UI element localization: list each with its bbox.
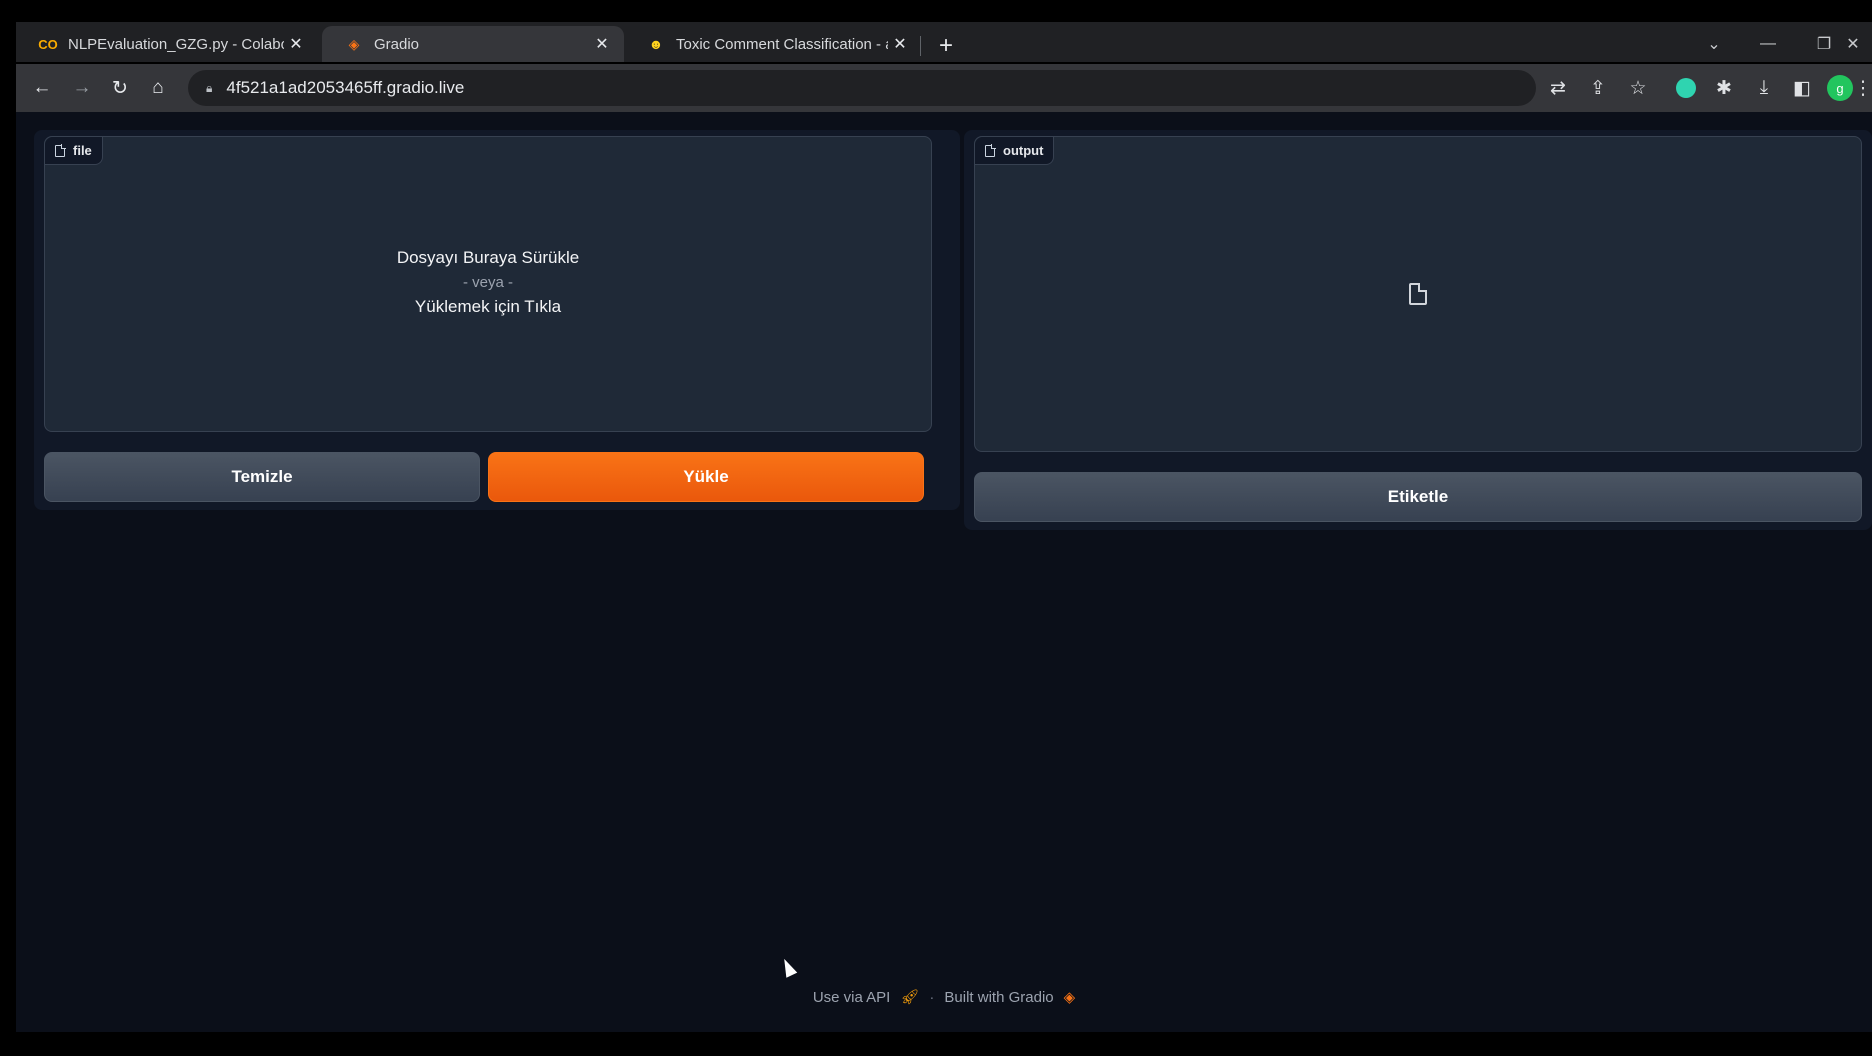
left-column: Dosyayı Buraya Sürükle - veya - Yüklemek… <box>34 130 960 510</box>
download-icon[interactable]: ⤓ <box>1746 70 1782 106</box>
translate-icon[interactable]: ⇄ <box>1540 70 1576 106</box>
tab-huggingface[interactable]: ☻ Toxic Comment Classification - a ✕ <box>624 26 922 62</box>
tab-title: Toxic Comment Classification - a <box>676 35 888 53</box>
file-icon <box>1409 283 1427 305</box>
minimize-icon[interactable]: — <box>1746 26 1790 62</box>
puzzle-icon[interactable]: ✱ <box>1706 70 1742 106</box>
menu-icon[interactable]: ⋮ <box>1854 70 1872 106</box>
label-button[interactable]: Etiketle <box>974 472 1862 522</box>
tab-title: Gradio <box>374 35 420 53</box>
huggingface-icon: ☻ <box>648 36 664 52</box>
upload-button[interactable]: Yükle <box>488 452 924 502</box>
output-label-text: output <box>1003 143 1044 158</box>
built-with-gradio-link[interactable]: Built with Gradio <box>944 989 1053 1006</box>
file-icon <box>55 144 66 157</box>
mouse-cursor-icon <box>778 956 798 978</box>
drop-or: - veya - <box>462 273 513 291</box>
share-icon[interactable]: ⇪ <box>1580 70 1616 106</box>
tab-gradio[interactable]: ◈ Gradio ✕ <box>322 26 624 62</box>
file-label-text: file <box>73 143 92 158</box>
close-icon[interactable]: ✕ <box>888 32 912 56</box>
tab-title: NLPEvaluation_GZG.py - Colabor <box>68 35 284 53</box>
gradio-icon: ◈ <box>348 35 360 52</box>
browser-window: CO NLPEvaluation_GZG.py - Colabor ✕ ◈ Gr… <box>0 0 1872 1056</box>
back-icon[interactable]: ← <box>24 70 60 106</box>
output-empty-state <box>975 137 1861 451</box>
output-panel: output <box>974 136 1862 452</box>
forward-icon[interactable]: → <box>64 70 100 106</box>
browser-toolbar: ← → ↻ ⌂ 🔒︎ 4f521a1ad2053465ff.gradio.liv… <box>16 64 1872 112</box>
drop-zone[interactable]: Dosyayı Buraya Sürükle - veya - Yüklemek… <box>45 137 931 431</box>
new-tab-button[interactable]: + <box>928 28 964 64</box>
close-window-icon[interactable]: ✕ <box>1834 26 1872 62</box>
bookmark-star-icon[interactable]: ☆ <box>1620 70 1656 106</box>
reload-icon[interactable]: ↻ <box>102 70 138 106</box>
tab-search-icon[interactable]: ⌄ <box>1692 26 1736 62</box>
gradio-page: Dosyayı Buraya Sürükle - veya - Yüklemek… <box>16 112 1872 1032</box>
bottom-bar <box>0 1032 1872 1056</box>
tab-strip: CO NLPEvaluation_GZG.py - Colabor ✕ ◈ Gr… <box>16 22 1872 62</box>
address-bar[interactable]: 🔒︎ 4f521a1ad2053465ff.gradio.live <box>188 70 1536 106</box>
close-icon[interactable]: ✕ <box>284 32 308 56</box>
clear-button[interactable]: Temizle <box>44 452 480 502</box>
home-icon[interactable]: ⌂ <box>140 70 176 106</box>
footer-separator: · <box>929 988 935 1006</box>
file-icon <box>985 144 996 157</box>
drop-click: Yüklemek için Tıkla <box>414 296 562 316</box>
use-via-api-link[interactable]: Use via API <box>813 989 891 1006</box>
extension-icon[interactable] <box>1668 70 1704 106</box>
output-label: output <box>975 137 1055 165</box>
file-label: file <box>45 137 103 165</box>
lock-icon: 🔒︎ <box>206 80 213 95</box>
gradio-logo-icon: ◈ <box>1063 989 1076 1006</box>
colab-icon: CO <box>38 36 58 52</box>
side-panel-icon[interactable]: ◧ <box>1784 70 1820 106</box>
tab-colab[interactable]: CO NLPEvaluation_GZG.py - Colabor ✕ <box>16 26 318 62</box>
tab-separator <box>920 36 921 56</box>
footer: Use via API 🚀︎ · Built with Gradio ◈ <box>16 988 1872 1007</box>
right-column: output Etiketle <box>964 130 1872 530</box>
file-upload-panel[interactable]: Dosyayı Buraya Sürükle - veya - Yüklemek… <box>44 136 932 432</box>
drop-title: Dosyayı Buraya Sürükle <box>396 247 580 267</box>
close-icon[interactable]: ✕ <box>590 32 614 56</box>
url-text: 4f521a1ad2053465ff.gradio.live <box>226 78 465 97</box>
rocket-icon: 🚀︎ <box>900 989 920 1006</box>
